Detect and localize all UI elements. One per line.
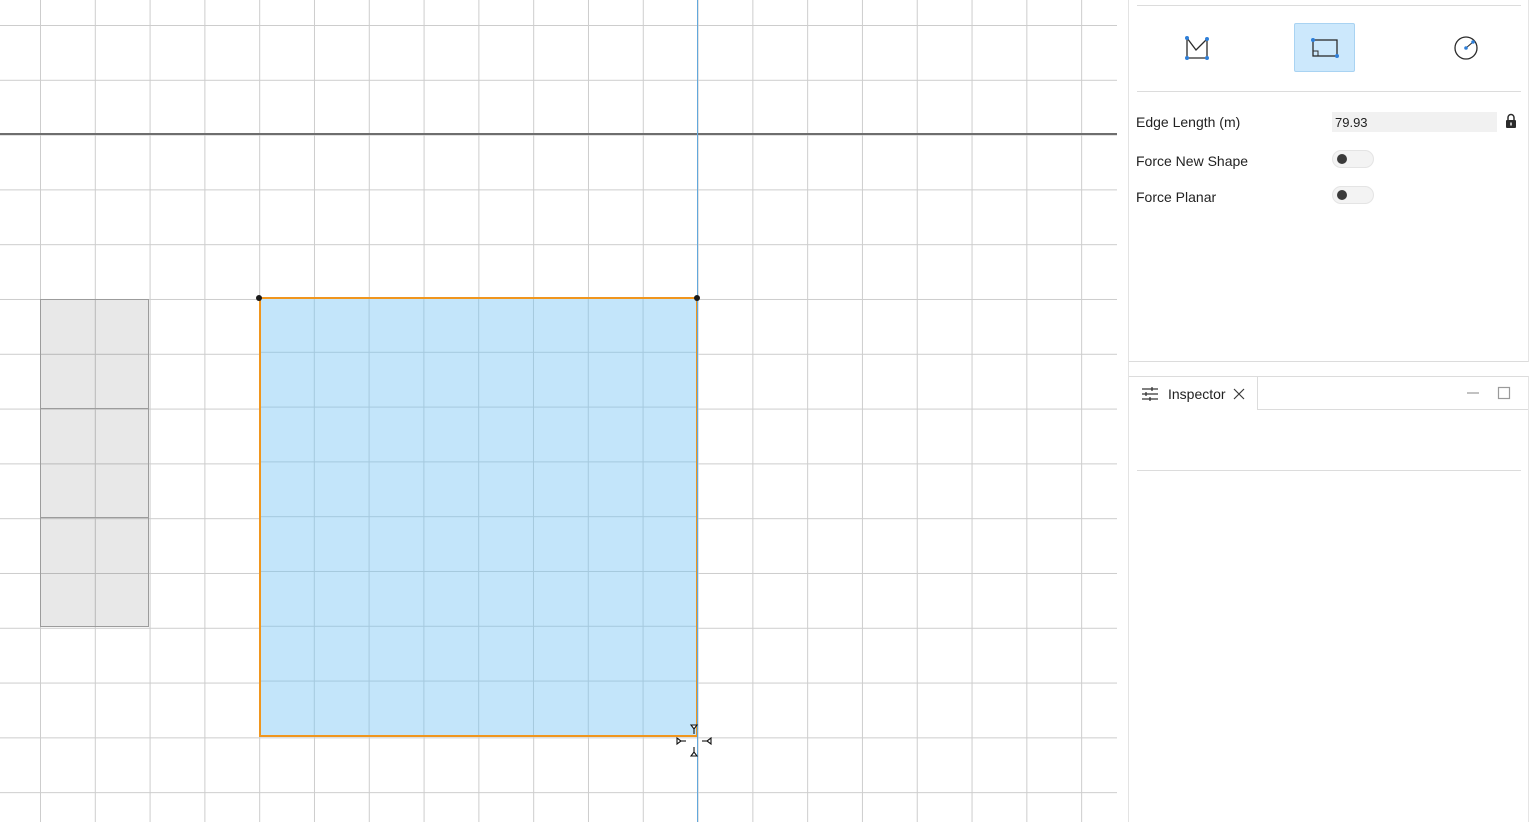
rectangle-tool-button[interactable] [1294,23,1355,72]
maximize-icon[interactable] [1496,385,1512,401]
close-icon[interactable] [1233,388,1245,400]
force-planar-toggle[interactable] [1332,186,1374,204]
app-root: Edge Length (m) Force New Shape Force Pl… [0,0,1536,822]
move-cursor-icon [676,724,712,757]
block-divider [41,408,148,409]
force-planar-label: Force Planar [1136,189,1217,205]
lock-icon[interactable] [1504,113,1518,129]
rectangle-icon [1310,37,1339,58]
inspector-panel: Inspector [1129,376,1529,822]
rectangle-shape-preview[interactable] [259,297,698,737]
circle-icon [1453,35,1478,60]
edge-length-input[interactable] [1332,112,1497,132]
vertex-handle[interactable] [694,295,700,301]
right-side-panel: Edge Length (m) Force New Shape Force Pl… [1117,0,1536,822]
minimize-icon[interactable] [1465,385,1481,401]
tab-inspector-label: Inspector [1168,385,1226,402]
vertex-handle[interactable] [256,295,262,301]
tab-inspector[interactable]: Inspector [1129,377,1258,410]
alignment-guide-line [697,0,698,822]
axis-line [0,133,1117,135]
drawing-canvas[interactable] [0,0,1117,822]
polyline-icon [1184,35,1209,60]
edge-length-label: Edge Length (m) [1136,114,1241,130]
existing-shape-block[interactable] [40,299,149,627]
divider [1137,470,1521,471]
divider [1137,91,1521,92]
block-divider [41,517,148,518]
divider [1258,409,1528,410]
divider [1137,5,1521,6]
force-new-shape-toggle[interactable] [1332,150,1374,168]
draw-tool-panel: Edge Length (m) Force New Shape Force Pl… [1129,0,1529,362]
circle-tool-button[interactable] [1435,23,1496,72]
toggle-knob [1337,154,1347,164]
polyline-tool-button[interactable] [1166,23,1227,72]
force-new-shape-label: Force New Shape [1136,153,1249,169]
sliders-icon [1142,386,1158,401]
toggle-knob [1337,190,1347,200]
